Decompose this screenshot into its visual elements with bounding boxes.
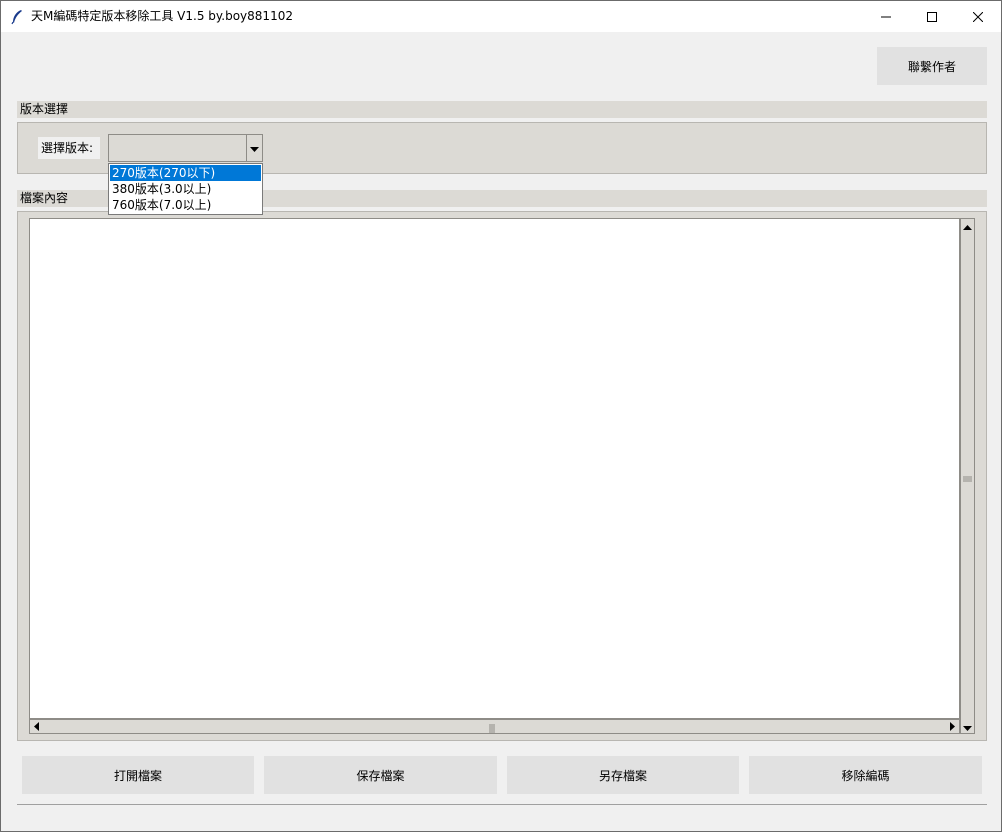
- scroll-left-button[interactable]: [30, 720, 43, 733]
- contact-author-button[interactable]: 聯繫作者: [877, 47, 987, 85]
- close-button[interactable]: [955, 1, 1001, 32]
- version-option-760[interactable]: 760版本(7.0以上): [110, 197, 261, 213]
- save-file-button[interactable]: 保存檔案: [264, 756, 497, 794]
- app-window: 天M編碼特定版本移除工具 V1.5 by.boy881102 聯繫作者 版本選擇…: [0, 0, 1002, 832]
- triangle-left-icon: [34, 720, 39, 734]
- scroll-grip-horizontal-icon: [489, 722, 496, 736]
- dropdown-arrow-button[interactable]: [246, 135, 262, 161]
- version-option-270[interactable]: 270版本(270以下): [110, 165, 261, 181]
- triangle-down-icon: [963, 720, 972, 734]
- bottom-divider: [17, 804, 987, 805]
- horizontal-scrollbar[interactable]: [29, 719, 960, 734]
- version-section-title: 版本選擇: [17, 101, 987, 118]
- scroll-right-button[interactable]: [946, 720, 959, 733]
- scroll-up-button[interactable]: [961, 219, 974, 232]
- version-dropdown-list: 270版本(270以下) 380版本(3.0以上) 760版本(7.0以上): [108, 163, 263, 215]
- triangle-right-icon: [950, 720, 955, 734]
- title-bar[interactable]: 天M編碼特定版本移除工具 V1.5 by.boy881102: [1, 1, 1001, 32]
- remove-encoding-button[interactable]: 移除編碼: [749, 756, 982, 794]
- version-select[interactable]: [108, 134, 263, 162]
- save-as-button[interactable]: 另存檔案: [507, 756, 739, 794]
- caret-down-icon: [250, 141, 259, 155]
- close-icon: [973, 11, 983, 22]
- maximize-icon: [927, 11, 937, 22]
- version-select-label: 選擇版本:: [38, 137, 100, 159]
- scroll-down-button[interactable]: [961, 720, 974, 733]
- scroll-grip-icon: [963, 472, 972, 486]
- minimize-icon: [881, 12, 891, 22]
- maximize-button[interactable]: [909, 1, 955, 32]
- file-content-textarea[interactable]: [29, 218, 960, 719]
- vertical-scrollbar[interactable]: [960, 218, 975, 734]
- minimize-button[interactable]: [863, 1, 909, 32]
- open-file-button[interactable]: 打開檔案: [22, 756, 254, 794]
- version-option-380[interactable]: 380版本(3.0以上): [110, 181, 261, 197]
- feather-icon: [10, 9, 24, 25]
- triangle-up-icon: [963, 219, 972, 233]
- window-title: 天M編碼特定版本移除工具 V1.5 by.boy881102: [31, 9, 293, 23]
